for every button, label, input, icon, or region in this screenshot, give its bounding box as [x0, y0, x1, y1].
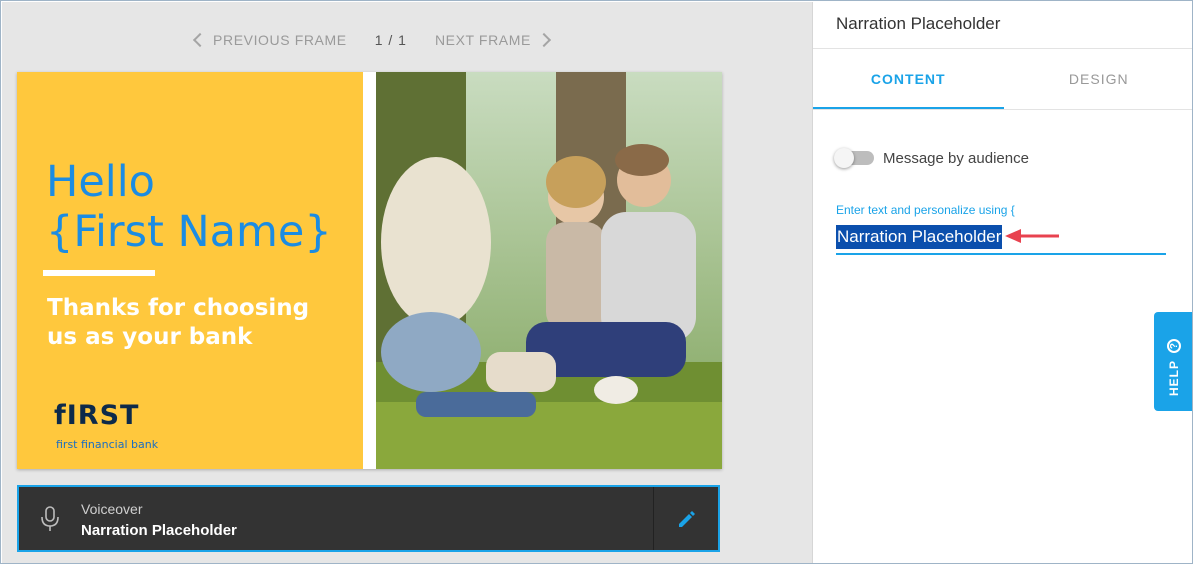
panel-title: Narration Placeholder: [836, 14, 1001, 33]
frame-navigation: PREVIOUS FRAME 1 / 1 NEXT FRAME: [2, 32, 742, 48]
tabs-divider: [813, 109, 1192, 110]
bank-logo: fIRST: [54, 400, 140, 431]
next-frame-button[interactable]: NEXT FRAME: [434, 32, 552, 48]
frame-counter: 1 / 1: [374, 32, 407, 48]
greeting-first-name: {First Name}: [46, 207, 332, 257]
tab-design[interactable]: DESIGN: [1004, 49, 1193, 109]
slide-divider: [363, 72, 376, 469]
voiceover-separator: [653, 487, 654, 550]
narration-field-label: Enter text and personalize using {: [836, 203, 1015, 217]
help-button[interactable]: ? HELP: [1154, 312, 1192, 411]
greeting-hello: Hello: [46, 157, 155, 207]
toggle-knob: [834, 148, 854, 168]
greeting-underline: [43, 270, 155, 276]
previous-frame-button[interactable]: PREVIOUS FRAME: [192, 32, 347, 48]
voiceover-label: Voiceover: [81, 501, 143, 517]
question-icon: ?: [1167, 338, 1181, 353]
previous-frame-label: PREVIOUS FRAME: [213, 32, 347, 48]
tab-content[interactable]: CONTENT: [813, 49, 1004, 109]
slide-photo: [376, 72, 722, 469]
bank-logo-tagline: first financial bank: [56, 438, 159, 451]
app-window: PREVIOUS FRAME 1 / 1 NEXT FRAME Hello {F…: [0, 0, 1193, 564]
message-by-audience-row: Message by audience: [834, 148, 1029, 168]
pencil-icon: [679, 511, 695, 527]
slide-greeting: Hello {First Name}: [46, 157, 332, 257]
slide-thanks-text: Thanks for choosing us as your bank: [47, 295, 310, 350]
chevron-left-icon: [192, 32, 208, 48]
narration-field-value[interactable]: Narration Placeholder: [836, 225, 1003, 249]
chevron-right-icon: [536, 32, 552, 48]
message-by-audience-label: Message by audience: [883, 149, 1029, 167]
voiceover-bar[interactable]: Voiceover Narration Placeholder: [17, 485, 720, 552]
help-label: HELP: [1166, 359, 1181, 396]
panel-tabs: CONTENT DESIGN: [813, 49, 1193, 109]
next-frame-label: NEXT FRAME: [434, 32, 531, 48]
narration-text-field[interactable]: Narration Placeholder: [836, 223, 1166, 255]
friends-photo-illustration: [376, 72, 722, 469]
microphone-icon: [39, 505, 61, 538]
pointer-arrow-icon: [1005, 229, 1059, 243]
message-by-audience-toggle[interactable]: [834, 148, 874, 168]
edit-voiceover-button[interactable]: [667, 501, 707, 537]
voiceover-text: Narration Placeholder: [81, 522, 237, 539]
slide-preview[interactable]: Hello {First Name} Thanks for choosing u…: [17, 72, 722, 469]
properties-panel: Narration Placeholder CONTENT DESIGN Mes…: [812, 2, 1193, 563]
frame-editor: PREVIOUS FRAME 1 / 1 NEXT FRAME Hello {F…: [2, 2, 812, 563]
